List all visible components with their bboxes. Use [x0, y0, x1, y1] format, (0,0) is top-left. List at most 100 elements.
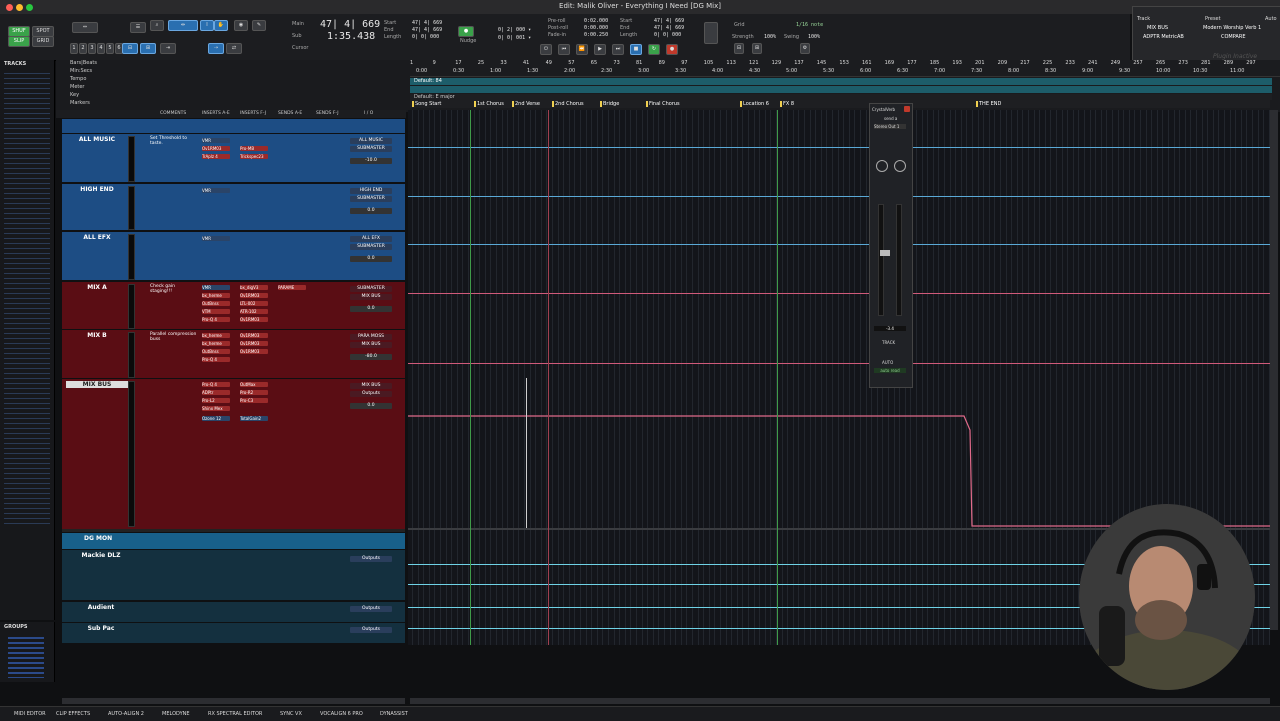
- track-output[interactable]: MIX BUS: [350, 342, 392, 348]
- countoff-button[interactable]: ⊞: [752, 43, 762, 54]
- insert-slot[interactable]: LTL-002: [240, 301, 268, 306]
- track-name[interactable]: ALL EFX: [66, 234, 128, 241]
- insert-slot[interactable]: Trickspec23: [240, 154, 268, 159]
- track-volume[interactable]: 0.0: [350, 208, 392, 214]
- plugin-compare-button[interactable]: COMPARE: [1221, 34, 1246, 40]
- track-row-top[interactable]: [62, 119, 405, 133]
- track-name[interactable]: MIX A: [66, 284, 128, 291]
- meter-ruler-lane[interactable]: [410, 86, 1272, 93]
- grid-value[interactable]: 1/16 note: [796, 22, 823, 28]
- track-input[interactable]: MIX BUS: [350, 383, 392, 389]
- track-name[interactable]: Mackie DLZ: [70, 552, 132, 559]
- marker-location-6[interactable]: Location 6: [740, 100, 769, 108]
- col-sends-f-j[interactable]: SENDS F-J: [316, 111, 339, 116]
- col-sends-a-e[interactable]: SENDS A-E: [278, 111, 302, 116]
- insert-slot[interactable]: VMR: [202, 138, 230, 143]
- track-row-mix-bus[interactable]: MIX BUS Pro-Q 4 ADPtr Pro-L2 Shinx Mex O…: [62, 379, 405, 529]
- tab-midi-editor[interactable]: MIDI EDITOR: [14, 711, 46, 717]
- fadein-value[interactable]: 0:00.250: [584, 32, 608, 38]
- tempo-ruler-lane[interactable]: Default: 84: [410, 78, 1272, 85]
- grid-mode-button[interactable]: GRID: [32, 36, 54, 47]
- nudge-value[interactable]: 0| 2| 000 ▾: [498, 27, 531, 33]
- sub-counter[interactable]: 1:35.438: [327, 31, 375, 42]
- end-value[interactable]: 47| 4| 669: [412, 27, 442, 33]
- send-fader-handle[interactable]: [880, 250, 890, 256]
- zoom-toggle-button[interactable]: ⇔: [72, 22, 98, 33]
- zoom-preset-1[interactable]: 1: [70, 43, 78, 54]
- zoom-preset-3[interactable]: 3: [88, 43, 96, 54]
- end-value-2[interactable]: 47| 4| 669: [654, 25, 684, 31]
- insert-slot[interactable]: bx_digV3: [240, 285, 268, 290]
- track-row-mix-a[interactable]: MIX A Check gain staging!!! VMR bx_herme…: [62, 282, 405, 329]
- strength-value[interactable]: 100%: [764, 34, 776, 40]
- track-input[interactable]: ALL MUSIC: [350, 138, 392, 144]
- insert-slot[interactable]: Ov1RM03: [240, 317, 268, 322]
- insert-slot[interactable]: bx_herme: [202, 333, 230, 338]
- pencil-tool-icon[interactable]: ✎: [252, 20, 266, 31]
- grabber-tool-icon[interactable]: ✋: [214, 20, 228, 31]
- send-select[interactable]: send a: [884, 116, 897, 121]
- zoom-preset-5[interactable]: 5: [106, 43, 114, 54]
- start-value-2[interactable]: 47| 4| 669: [654, 18, 684, 24]
- marker-final-chorus[interactable]: Final Chorus: [646, 100, 680, 108]
- track-row-high-end[interactable]: HIGH END VMR HIGH END SUBMASTER 0.0: [62, 184, 405, 230]
- track-row-mix-b[interactable]: MIX B Parallel compression buss bx_herme…: [62, 330, 405, 378]
- insert-slot[interactable]: Ov1RM03: [202, 146, 230, 151]
- play-button[interactable]: ▶: [594, 44, 606, 55]
- track-comment[interactable]: Set Threshold to taste.: [150, 136, 198, 146]
- track-volume[interactable]: 0.0: [350, 306, 392, 312]
- plugin-insert-select[interactable]: ADPTR MetricAB: [1143, 34, 1184, 40]
- tab-sync-vx[interactable]: SYNC VX: [280, 711, 302, 717]
- insert-slot[interactable]: ATR-102: [240, 309, 268, 314]
- track-output[interactable]: MIX BUS: [350, 294, 392, 300]
- ruler-min-secs[interactable]: Min:Secs: [70, 68, 92, 74]
- ruler-tempo[interactable]: Tempo: [70, 76, 86, 82]
- metronome-button[interactable]: ⊟: [734, 43, 744, 54]
- fast-forward-button[interactable]: ⏭: [612, 44, 624, 55]
- marker-song-start[interactable]: Song Start: [412, 100, 441, 108]
- col-io[interactable]: I / O: [364, 111, 373, 116]
- track-output[interactable]: Outputs: [350, 556, 392, 562]
- online-button[interactable]: ⏻: [540, 44, 552, 55]
- link-track-button[interactable]: ⊞: [140, 43, 156, 54]
- track-volume[interactable]: 0.0: [350, 256, 392, 262]
- mix-horizontal-scrollbar[interactable]: [62, 698, 405, 704]
- insert-slot[interactable]: OutMax: [240, 382, 268, 387]
- link-timeline-button[interactable]: ⊟: [122, 43, 138, 54]
- track-row-sub-pac[interactable]: Sub Pac Outputs: [62, 623, 405, 643]
- insert-slot[interactable]: Pro-R2: [240, 390, 268, 395]
- track-input[interactable]: PARA MOSS: [350, 334, 392, 340]
- group-list-rows[interactable]: [8, 634, 44, 678]
- insert-slot[interactable]: Ov1RM03: [240, 341, 268, 346]
- settings-gear-icon[interactable]: ⚙: [800, 43, 810, 54]
- track-volume[interactable]: -10.0: [350, 158, 392, 164]
- postroll-value[interactable]: 0:00.000: [584, 25, 608, 31]
- track-row-dg-mon[interactable]: DG MON: [62, 533, 405, 549]
- insert-slot[interactable]: Pro-C3: [240, 398, 268, 403]
- playhead-cursor[interactable]: [526, 378, 527, 528]
- ruler-bars-beats[interactable]: Bars|Beats: [70, 60, 97, 66]
- send-destination[interactable]: Stereo Out 1: [874, 124, 906, 129]
- insert-slot[interactable]: bx_herme: [202, 341, 230, 346]
- ruler-key[interactable]: Key: [70, 92, 79, 98]
- track-output[interactable]: Outputs: [350, 606, 392, 612]
- insert-slot[interactable]: ADPtr: [202, 390, 230, 395]
- track-name[interactable]: ALL MUSIC: [66, 136, 128, 143]
- marker-bridge[interactable]: Bridge: [600, 100, 619, 108]
- insert-slot[interactable]: OutBnss: [202, 301, 230, 306]
- nudge-secondary-value[interactable]: 0| 0| 001 ▾: [498, 35, 531, 41]
- insert-slot[interactable]: Shinx Mex: [202, 406, 230, 411]
- zoom-presets-button[interactable]: ☰: [130, 22, 146, 33]
- track-input[interactable]: ALL EFX: [350, 236, 392, 242]
- col-comments[interactable]: COMMENTS: [160, 111, 186, 116]
- track-name[interactable]: DG MON: [84, 535, 146, 542]
- marker-fx-8[interactable]: FX 8: [780, 100, 794, 108]
- track-output[interactable]: SUBMASTER: [350, 196, 392, 202]
- tab-rx-spectral-editor[interactable]: RX SPECTRAL EDITOR: [208, 711, 262, 717]
- start-value[interactable]: 47| 4| 669: [412, 20, 442, 26]
- zoomer-tool-icon[interactable]: ⌕: [150, 20, 164, 31]
- selector-tool-icon[interactable]: I: [200, 20, 214, 31]
- insert-slot[interactable]: Pro-Q 4: [202, 317, 230, 322]
- track-input[interactable]: HIGH END: [350, 188, 392, 194]
- track-row-audient[interactable]: Audient Outputs: [62, 602, 405, 622]
